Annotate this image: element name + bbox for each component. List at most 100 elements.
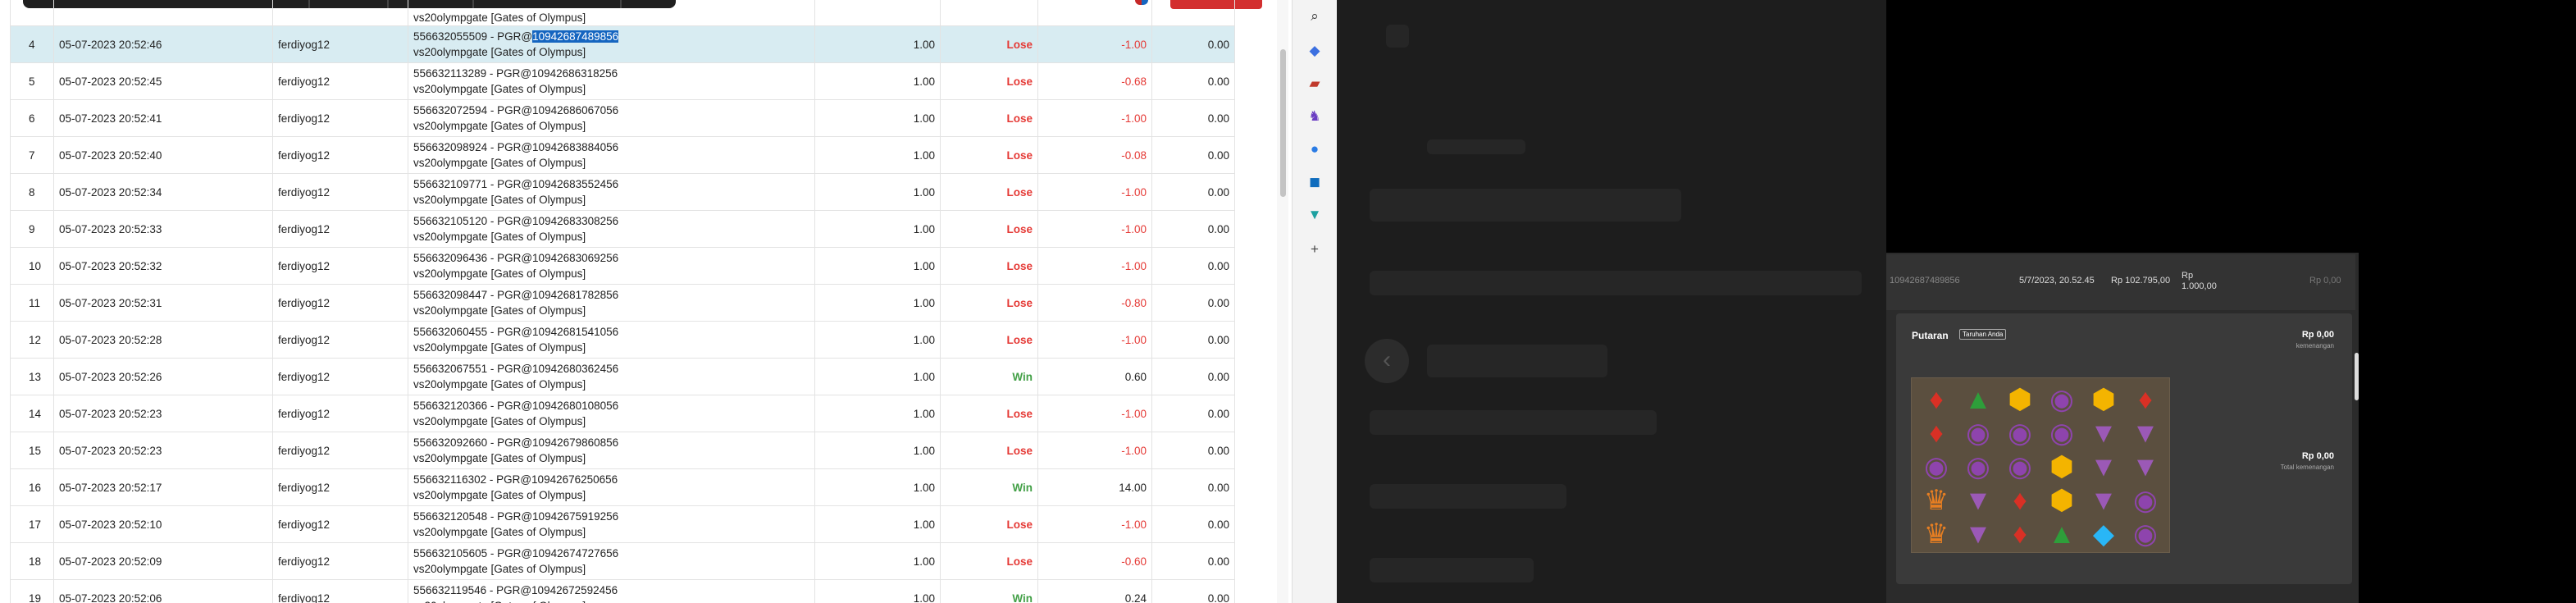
row-result: Lose	[940, 395, 1038, 432]
drive-icon[interactable]: ▼	[1306, 207, 1323, 223]
row-balance-change: 0.00	[1151, 505, 1235, 543]
row-balance-change: 0.00	[1151, 99, 1235, 137]
row-description: 556632072594 - PGR@10942686067056 vs20oly…	[408, 99, 815, 137]
row-description: 556632105605 - PGR@10942674727656 vs20oly…	[408, 542, 815, 580]
row-user: ferdiyog12	[272, 210, 408, 248]
row-user: ferdiyog12	[272, 468, 408, 506]
panel-scrollbar[interactable]	[2355, 353, 2359, 400]
row-balance-change: 0.00	[1151, 395, 1235, 432]
row-result: Lose	[940, 173, 1038, 211]
row-number: 14	[10, 395, 54, 432]
purple-gem-icon: ▼	[2131, 451, 2159, 482]
table-row[interactable]: 6 05-07-2023 20:52:41 ferdiyog12 5566320725…	[10, 99, 1235, 137]
round-win: Rp 0,00	[2309, 276, 2341, 286]
row-date: 05-07-2023 20:52:06	[53, 579, 273, 603]
table-row[interactable]: 8 05-07-2023 20:52:34 ferdiyog12 5566321097…	[10, 173, 1235, 211]
row-balance-change: 0.00	[1151, 432, 1235, 469]
row-date: 05-07-2023 20:52:40	[53, 136, 273, 174]
row-description: 556632116302 - PGR@10942676250656 vs20oly…	[408, 468, 815, 506]
table-row[interactable]: 7 05-07-2023 20:52:40 ferdiyog12 5566320989…	[10, 136, 1235, 174]
row-result: Win	[940, 579, 1038, 603]
purple-ring-icon: ◉	[2049, 418, 2074, 449]
outlook-icon[interactable]: ◼	[1306, 174, 1323, 190]
table-row[interactable]: 9 05-07-2023 20:52:33 ferdiyog12 5566321051…	[10, 210, 1235, 248]
table-row[interactable]: 15 05-07-2023 20:52:23 ferdiyog12 556632092…	[10, 432, 1235, 469]
row-bet-amount: 1.00	[814, 358, 941, 395]
game-name: vs20olympgate [Gates of Olympus]	[413, 304, 586, 317]
red-gem-icon: ♦	[2138, 384, 2153, 415]
row-date: 05-07-2023 20:52:41	[53, 99, 273, 137]
row-date: 05-07-2023 20:52:28	[53, 321, 273, 359]
purple-ring-icon: ◉	[2049, 384, 2074, 415]
briefcase-icon[interactable]: ▰	[1306, 75, 1323, 92]
row-date: 05-07-2023 20:52:32	[53, 247, 273, 285]
row-balance-change: 0.00	[1151, 136, 1235, 174]
gold-gem-icon: ⬢	[2049, 485, 2074, 516]
table-row[interactable]: 12 05-07-2023 20:52:28 ferdiyog12 556632060…	[10, 321, 1235, 359]
total-win-amount: Rp 0,00	[2301, 451, 2334, 461]
row-description: 556632120548 - PGR@10942675919256 vs20oly…	[408, 505, 815, 543]
row-bet-amount: 1.00	[814, 25, 941, 63]
transaction-id: 556632109771 - PGR@10942683552456	[413, 178, 619, 190]
back-arrow-icon[interactable]: ‹	[1365, 339, 1409, 383]
game-name: vs20olympgate [Gates of Olympus]	[413, 83, 586, 95]
row-user: ferdiyog12	[272, 542, 408, 580]
row-number: 11	[10, 284, 54, 322]
row-bet-amount: 1.00	[814, 284, 941, 322]
row-result: Lose	[940, 210, 1038, 248]
table-row[interactable]: 10 05-07-2023 20:52:32 ferdiyog12 556632096…	[10, 247, 1235, 285]
table-row[interactable]: vs20olympgate [Gates of Olympus]	[10, 0, 1235, 26]
table-scrollbar-thumb[interactable]	[1280, 49, 1286, 197]
ghost-heading	[1370, 189, 1681, 222]
purple-gem-icon: ▼	[2090, 418, 2118, 449]
table-row[interactable]: 4 05-07-2023 20:52:46 ferdiyog12 5566320555…	[10, 25, 1235, 63]
row-number: 6	[10, 99, 54, 137]
browser-sidebar: ⌕ ◆ ▰ ♞ ● ◼ ▼ +	[1292, 0, 1337, 603]
game-name: vs20olympgate [Gates of Olympus]	[413, 11, 586, 24]
row-win-loss: -1.00	[1037, 25, 1152, 63]
row-date: 05-07-2023 20:52:17	[53, 468, 273, 506]
table-row[interactable]: 13 05-07-2023 20:52:26 ferdiyog12 556632067…	[10, 358, 1235, 395]
transaction-id: 556632120366 - PGR@10942680108056	[413, 400, 619, 412]
row-user: ferdiyog12	[272, 62, 408, 100]
table-row[interactable]: 11 05-07-2023 20:52:31 ferdiyog12 556632098…	[10, 284, 1235, 322]
table-row[interactable]: 19 05-07-2023 20:52:06 ferdiyog12 556632119…	[10, 579, 1235, 603]
chess-icon[interactable]: ♞	[1306, 108, 1323, 125]
purple-ring-icon: ◉	[2008, 418, 2032, 449]
row-win-loss: -0.68	[1037, 62, 1152, 100]
green-gem-icon: ▲	[1964, 384, 1992, 415]
transaction-id: 556632072594 - PGR@10942686067056	[413, 104, 619, 116]
row-result: Lose	[940, 136, 1038, 174]
search-icon[interactable]: ⌕	[1306, 8, 1323, 25]
transaction-id: 556632060455 - PGR@10942681541056	[413, 326, 619, 338]
row-user: ferdiyog12	[272, 395, 408, 432]
tag-icon[interactable]: ◆	[1306, 43, 1323, 59]
transaction-id: 556632098924 - PGR@10942683884056	[413, 141, 619, 153]
copilot-icon[interactable]: ●	[1306, 141, 1323, 158]
game-name: vs20olympgate [Gates of Olympus]	[413, 600, 586, 603]
row-number: 13	[10, 358, 54, 395]
row-number: 4	[10, 25, 54, 63]
game-name: vs20olympgate [Gates of Olympus]	[413, 415, 586, 427]
table-row[interactable]: 14 05-07-2023 20:52:23 ferdiyog12 556632120…	[10, 395, 1235, 432]
transaction-id: 556632113289 - PGR@10942686318256	[413, 67, 618, 80]
row-bet-amount: 1.00	[814, 136, 941, 174]
green-gem-icon: ▲	[2048, 518, 2076, 550]
red-gem-icon: ♦	[1929, 384, 1944, 415]
table-row[interactable]: 18 05-07-2023 20:52:09 ferdiyog12 556632105…	[10, 542, 1235, 580]
transaction-id: 556632116302 - PGR@10942676250656	[413, 473, 618, 486]
crown-icon: ♛	[1923, 518, 1949, 550]
table-row[interactable]: 17 05-07-2023 20:52:10 ferdiyog12 556632120…	[10, 505, 1235, 543]
game-name: vs20olympgate [Gates of Olympus]	[413, 231, 586, 243]
table-row[interactable]: 5 05-07-2023 20:52:45 ferdiyog12 5566321132…	[10, 62, 1235, 100]
row-bet-amount: 1.00	[814, 505, 941, 543]
round-bet-amount: 1.000,00	[2182, 281, 2217, 291]
ghost-row	[1370, 558, 1534, 582]
plus-icon[interactable]: +	[1306, 241, 1323, 258]
crown-icon: ♛	[1923, 485, 1949, 516]
row-user: ferdiyog12	[272, 579, 408, 603]
row-description: 556632098447 - PGR@10942681782856 vs20oly…	[408, 284, 815, 322]
table-row[interactable]: 16 05-07-2023 20:52:17 ferdiyog12 556632116…	[10, 468, 1235, 506]
game-name: vs20olympgate [Gates of Olympus]	[413, 489, 586, 501]
row-result: Lose	[940, 542, 1038, 580]
